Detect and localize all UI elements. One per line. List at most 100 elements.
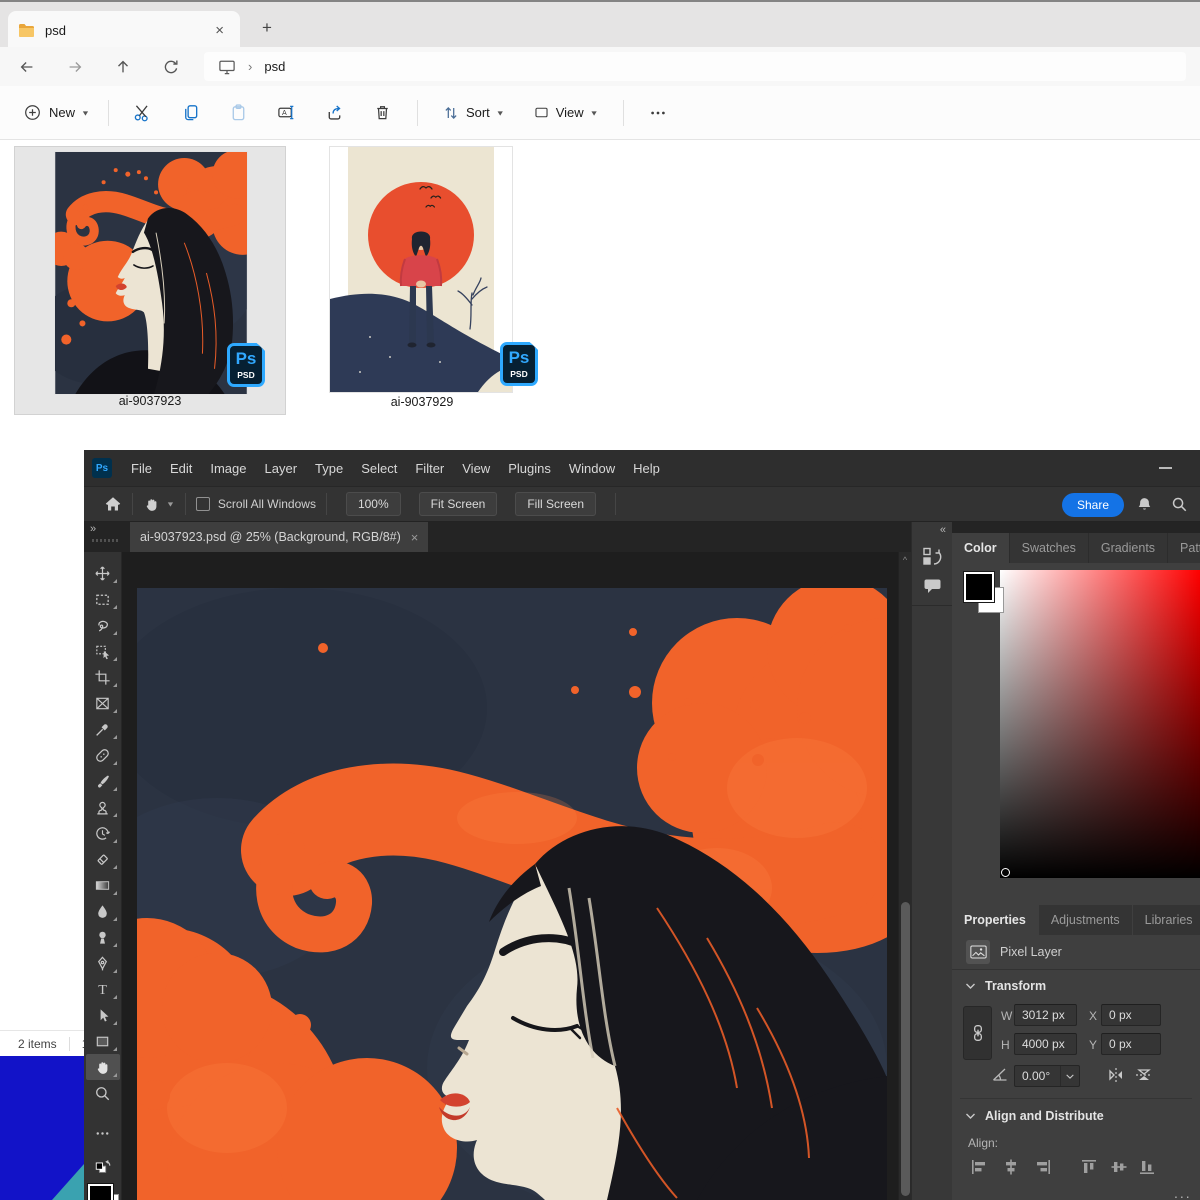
hand-tool-option-icon[interactable]: [143, 496, 160, 513]
menu-layer[interactable]: Layer: [256, 461, 307, 476]
gradient-tool[interactable]: [86, 872, 120, 898]
tab-swatches[interactable]: Swatches: [1010, 533, 1088, 563]
delete-button[interactable]: [366, 96, 400, 130]
align-section-header[interactable]: Align and Distribute: [966, 1109, 1104, 1123]
width-input[interactable]: 3012 px: [1014, 1004, 1077, 1026]
height-input[interactable]: 4000 px: [1014, 1033, 1077, 1055]
blur-tool[interactable]: [86, 898, 120, 924]
path-selection-tool[interactable]: [86, 1002, 120, 1028]
copy-button[interactable]: [174, 96, 208, 130]
menu-help[interactable]: Help: [624, 461, 669, 476]
zoom-100-button[interactable]: 100%: [346, 492, 401, 516]
align-left-edges-icon[interactable]: [970, 1158, 988, 1176]
link-dimensions-button[interactable]: [963, 1006, 992, 1060]
color-picker-marker[interactable]: [1001, 868, 1010, 877]
explorer-tab-psd[interactable]: psd ×: [8, 11, 240, 49]
pen-tool[interactable]: [86, 950, 120, 976]
transform-section-header[interactable]: Transform: [966, 979, 1046, 993]
history-brush-tool[interactable]: [86, 820, 120, 846]
menu-edit[interactable]: Edit: [161, 461, 201, 476]
file-name[interactable]: ai-9037923: [15, 394, 285, 408]
breadcrumb-folder[interactable]: psd: [264, 59, 285, 74]
foreground-color-swatch[interactable]: [964, 572, 994, 602]
share-button[interactable]: Share: [1062, 493, 1124, 517]
tab-adjustments[interactable]: Adjustments: [1039, 905, 1132, 935]
refresh-icon[interactable]: [154, 52, 188, 82]
fill-screen-button[interactable]: Fill Screen: [515, 492, 596, 516]
scrollbar-thumb[interactable]: [901, 902, 910, 1196]
align-right-edges-icon[interactable]: [1034, 1158, 1052, 1176]
foreground-background-swatches[interactable]: [86, 1184, 120, 1200]
scroll-all-windows-checkbox[interactable]: [196, 497, 210, 511]
menu-image[interactable]: Image: [201, 461, 255, 476]
chevron-down-icon[interactable]: ▼: [166, 500, 175, 508]
ps-canvas-area[interactable]: [122, 552, 898, 1200]
version-history-icon[interactable]: [922, 546, 942, 568]
clone-stamp-tool[interactable]: [86, 794, 120, 820]
menu-select[interactable]: Select: [352, 461, 406, 476]
breadcrumb[interactable]: › psd: [204, 52, 1186, 81]
flip-vertical-icon[interactable]: [1134, 1066, 1154, 1084]
sort-button[interactable]: Sort ▼: [436, 98, 511, 128]
tab-properties[interactable]: Properties: [952, 905, 1038, 935]
crop-tool[interactable]: [86, 664, 120, 690]
align-top-edges-icon[interactable]: [1080, 1158, 1098, 1176]
marquee-tool[interactable]: [86, 586, 120, 612]
x-input[interactable]: 0 px: [1101, 1004, 1161, 1026]
menu-plugins[interactable]: Plugins: [499, 461, 560, 476]
align-vertical-centers-icon[interactable]: [1110, 1158, 1128, 1176]
expand-panels-icon[interactable]: «: [940, 524, 945, 536]
dodge-tool[interactable]: [86, 924, 120, 950]
tab-color[interactable]: Color: [952, 533, 1009, 563]
comments-icon[interactable]: [923, 578, 942, 595]
file-tile[interactable]: Ps PSD ai-9037929: [300, 146, 544, 415]
forward-icon[interactable]: [58, 52, 92, 82]
lasso-tool[interactable]: [86, 612, 120, 638]
hand-tool[interactable]: [86, 1054, 120, 1080]
collapse-panels-icon[interactable]: »: [90, 523, 95, 535]
frame-tool[interactable]: [86, 690, 120, 716]
fit-screen-button[interactable]: Fit Screen: [419, 492, 498, 516]
type-tool[interactable]: T: [86, 976, 120, 1002]
document-tab[interactable]: ai-9037923.psd @ 25% (Background, RGB/8#…: [130, 522, 428, 552]
y-input[interactable]: 0 px: [1101, 1033, 1161, 1055]
eraser-tool[interactable]: [86, 846, 120, 872]
menu-view[interactable]: View: [453, 461, 499, 476]
menu-filter[interactable]: Filter: [406, 461, 453, 476]
up-icon[interactable]: [106, 52, 140, 82]
menu-file[interactable]: File: [122, 461, 161, 476]
tab-patterns[interactable]: Patterns: [1168, 533, 1200, 563]
flip-horizontal-icon[interactable]: [1106, 1066, 1126, 1084]
share-button[interactable]: [318, 96, 352, 130]
brush-tool[interactable]: [86, 768, 120, 794]
minimize-icon[interactable]: [1159, 467, 1172, 469]
document-close-icon[interactable]: ×: [411, 530, 419, 545]
eyedropper-tool[interactable]: [86, 716, 120, 742]
align-more-options[interactable]: ...: [1174, 1185, 1192, 1200]
canvas-vertical-scrollbar[interactable]: ^: [898, 552, 911, 1200]
align-horizontal-centers-icon[interactable]: [1002, 1158, 1020, 1176]
tab-close-icon[interactable]: ×: [209, 21, 230, 40]
angle-dropdown-icon[interactable]: [1060, 1066, 1079, 1086]
edit-toolbar-icon[interactable]: [86, 1120, 120, 1146]
new-tab-button[interactable]: +: [254, 16, 280, 40]
new-button[interactable]: New ▼: [16, 98, 98, 127]
notifications-bell-icon[interactable]: [1136, 496, 1153, 513]
rectangle-tool[interactable]: [86, 1028, 120, 1054]
search-icon[interactable]: [1171, 496, 1188, 513]
rename-button[interactable]: A: [270, 96, 304, 130]
file-name[interactable]: ai-9037929: [300, 395, 544, 409]
cut-button[interactable]: [126, 96, 160, 130]
menu-type[interactable]: Type: [306, 461, 352, 476]
back-icon[interactable]: [10, 52, 44, 82]
default-colors-icon[interactable]: [86, 1154, 120, 1180]
menu-window[interactable]: Window: [560, 461, 624, 476]
tab-gradients[interactable]: Gradients: [1089, 533, 1167, 563]
color-saturation-field[interactable]: [1000, 570, 1200, 878]
rotation-angle-input[interactable]: 0.00°: [1014, 1065, 1080, 1087]
healing-brush-tool[interactable]: [86, 742, 120, 768]
file-tile-selected[interactable]: Ps PSD ai-9037923: [14, 146, 286, 415]
move-tool[interactable]: [86, 560, 120, 586]
home-icon[interactable]: [104, 495, 122, 513]
paste-button[interactable]: [222, 96, 256, 130]
